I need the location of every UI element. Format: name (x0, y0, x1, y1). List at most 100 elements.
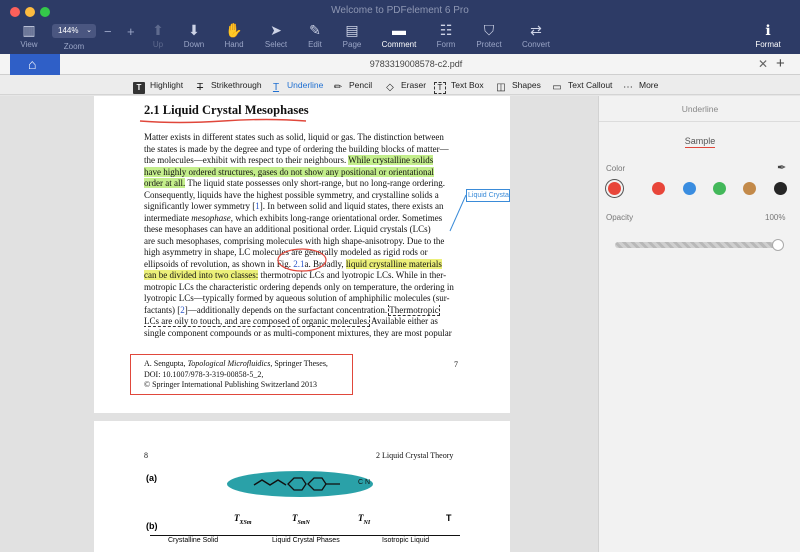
temperature-axis (150, 535, 460, 536)
text-line: intermediate mesophase, which exhibits l… (144, 212, 443, 223)
color-swatch-red-selected[interactable] (608, 182, 621, 195)
convert-button[interactable]: ⇄ Convert (518, 22, 554, 49)
eraser-tool[interactable]: ◇ Eraser (384, 78, 426, 93)
edit-icon: ✎ (309, 22, 321, 38)
color-swatch-blue[interactable] (683, 182, 696, 195)
zoom-in-button[interactable]: + (127, 24, 135, 39)
text-line: lyotropic LCs—typically formed by aqueou… (144, 293, 450, 303)
highlight-tool[interactable]: T Highlight (133, 78, 183, 94)
phase-label: Crystalline Solid (168, 537, 219, 544)
highlight-icon: T (133, 82, 145, 94)
axis-marker-tsmn: TSmN (292, 513, 310, 526)
page-number: 7 (454, 360, 458, 369)
text-line: these mesophases can have an additional … (144, 224, 431, 234)
select-button[interactable]: ➤ Select (260, 22, 292, 49)
form-button[interactable]: ☷ Form (432, 22, 460, 49)
chevron-down-icon: ⌄ (86, 27, 92, 34)
format-button[interactable]: ℹ Format (752, 22, 784, 49)
green-highlight[interactable]: While crystalline solids (348, 155, 434, 165)
up-button[interactable]: ⬆ Up (144, 22, 172, 49)
text-line: Matter exists in different states such a… (144, 132, 444, 142)
textbox-annotation[interactable]: LCs are oily to touch, and are composed … (144, 316, 371, 327)
text-line: are such mesophases, comprising molecule… (144, 235, 445, 246)
page-button[interactable]: ▤ Page (338, 22, 366, 49)
window-title: Welcome to PDFelement 6 Pro (331, 5, 469, 16)
text-line: have highly ordered structures, gases do… (144, 166, 460, 179)
text-line: LCs are oily to touch, and are composed … (144, 316, 438, 327)
eraser-icon: ◇ (386, 82, 394, 93)
pdf-page-2[interactable]: 8 2 Liquid Crystal Theory (a) C N (b) TX… (94, 421, 510, 552)
main-toolbar: Welcome to PDFelement 6 Pro ▥ View 144% … (0, 0, 800, 54)
opacity-slider[interactable] (615, 242, 778, 248)
new-tab-button[interactable]: + (776, 55, 785, 72)
text-line: the molecules—exhibit with respect to th… (144, 155, 434, 165)
page-icon: ▤ (345, 22, 359, 38)
shapes-tool[interactable]: ◫ Shapes (495, 78, 541, 93)
pdf-page-1[interactable]: 2.1 Liquid Crystal Mesophases Matter exi… (94, 96, 510, 413)
opacity-slider-thumb[interactable] (772, 239, 784, 251)
running-head: 2 Liquid Crystal Theory (376, 451, 454, 460)
page-number: 8 (144, 451, 148, 460)
text-line: Consequently, liquids have the highest p… (144, 189, 439, 200)
text-line: order at all. The liquid state possesses… (144, 178, 446, 188)
sidebar-view-icon: ▥ (22, 22, 36, 38)
home-icon: ⌂ (28, 56, 37, 72)
textbox-icon: T (434, 82, 446, 94)
zoom-out-button[interactable]: − (104, 24, 112, 39)
text-line: significantly lower symmetry [1]. In bet… (144, 201, 444, 211)
text-line: motropic LCs the characteristic ordering… (144, 281, 454, 292)
protect-button[interactable]: ⛉ Protect (473, 22, 505, 49)
section-heading: 2.1 Liquid Crystal Mesophases (144, 103, 309, 117)
underline-icon: T (272, 82, 280, 93)
color-swatch-brown[interactable] (743, 182, 756, 195)
text-line: single component compounds or as multi-c… (144, 327, 452, 338)
eyedropper-icon[interactable]: ✒ (777, 161, 786, 174)
cursor-icon: ➤ (270, 22, 282, 38)
panel-label-b: (b) (146, 521, 158, 531)
green-highlight[interactable]: have highly ordered structures, gases do… (144, 166, 434, 177)
zoom-label: Zoom (63, 42, 85, 51)
more-tool[interactable]: ⋯ More (622, 78, 658, 93)
home-tab[interactable]: ⌂ (10, 54, 60, 75)
close-tab-button[interactable]: ✕ (758, 57, 768, 71)
body-text[interactable]: Matter exists in different states such a… (144, 132, 460, 339)
more-icon: ⋯ (623, 82, 633, 93)
opacity-label: Opacity (606, 213, 634, 222)
strikethrough-icon: T (196, 82, 204, 93)
edit-button[interactable]: ✎ Edit (301, 22, 329, 49)
text-callout-annotation[interactable]: Liquid Crysta (466, 189, 510, 202)
comment-button[interactable]: ▬ Comment (378, 22, 420, 49)
green-highlight[interactable]: order at all. (144, 178, 186, 188)
text-line: the states is made by the degree and typ… (144, 143, 449, 154)
heading-underline-annotation[interactable] (138, 117, 308, 125)
document-viewer[interactable]: 2.1 Liquid Crystal Mesophases Matter exi… (0, 96, 598, 552)
format-icon: ℹ (765, 22, 771, 38)
pencil-tool[interactable]: ✏ Pencil (332, 78, 372, 93)
color-swatch-green[interactable] (713, 182, 726, 195)
opacity-value: 100% (765, 213, 786, 222)
divider (599, 121, 800, 122)
yellow-highlight[interactable]: can be divided into two classes: (144, 270, 259, 280)
yellow-highlight[interactable]: liquid crystalline materials (345, 258, 442, 269)
textbox-annotation[interactable]: Thermotropic (388, 304, 440, 316)
axis-marker-tni: TNI (358, 513, 371, 526)
pencil-icon: ✏ (333, 82, 343, 93)
document-tab[interactable]: 9783319008578-c2.pdf (60, 54, 772, 75)
tab-bar: ⌂ 9783319008578-c2.pdf ✕ + (0, 54, 800, 75)
color-swatch-black[interactable] (774, 182, 787, 195)
form-icon: ☷ (439, 22, 453, 38)
zoom-select[interactable]: 144% ⌄ (52, 24, 96, 38)
protect-icon: ⛉ (483, 22, 495, 38)
molecule-label: C N (358, 479, 371, 486)
view-button[interactable]: ▥ View (12, 22, 46, 49)
color-swatch-red[interactable] (652, 182, 665, 195)
text-callout-tool[interactable]: ▭ Text Callout (551, 78, 612, 93)
pencil-circle-annotation[interactable] (276, 247, 332, 273)
phase-label: Liquid Crystal Phases (272, 537, 340, 544)
hand-button[interactable]: ✋ Hand (219, 22, 249, 49)
underline-tool[interactable]: T Underline (270, 78, 323, 93)
down-button[interactable]: ⬇ Down (178, 22, 210, 49)
strikethrough-tool[interactable]: T Strikethrough (194, 78, 262, 93)
textbox-tool[interactable]: T Text Box (434, 78, 484, 94)
style-sample: Sample (684, 136, 716, 148)
